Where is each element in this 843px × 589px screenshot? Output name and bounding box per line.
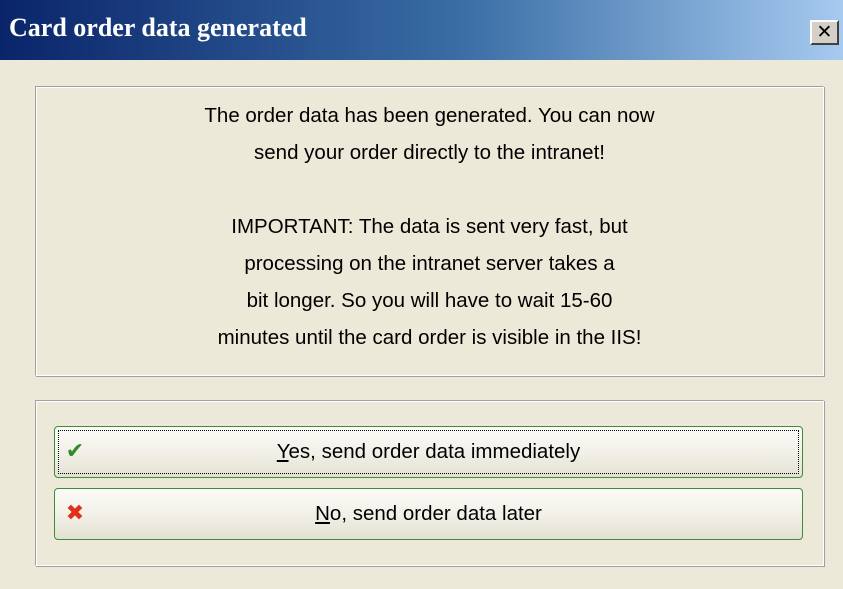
close-icon: ✕ [816, 21, 833, 43]
title-bar[interactable]: Card order data generated ✕ [0, 0, 843, 60]
close-button[interactable]: ✕ [810, 20, 839, 45]
message-line: The order data has been generated. You c… [204, 104, 655, 127]
message-panel: The order data has been generated. You c… [35, 86, 824, 376]
message-line: minutes until the card order is visible … [217, 326, 642, 349]
window-title: Card order data generated [9, 13, 307, 42]
message-line: processing on the intranet server takes … [244, 252, 615, 275]
mnemonic-y: Y [276, 440, 289, 463]
button-panel: ✔ Yes, send order data immediately ✖ No,… [35, 400, 824, 566]
message-line: send your order directly to the intranet… [254, 141, 605, 164]
send-later-text: o, send order data later [329, 502, 542, 525]
send-immediately-button[interactable]: ✔ Yes, send order data immediately [54, 426, 803, 478]
send-later-label: No, send order data later [55, 502, 802, 526]
message-line: IMPORTANT: The data is sent very fast, b… [231, 215, 628, 238]
send-immediately-text: es, send order data immediately [288, 440, 581, 463]
checkmark-icon: ✔ [65, 439, 85, 464]
send-immediately-label: Yes, send order data immediately [55, 440, 802, 464]
send-later-button[interactable]: ✖ No, send order data later [54, 488, 803, 540]
dialog-window: Card order data generated ✕ The order da… [0, 0, 843, 589]
message-line: bit longer. So you will have to wait 15-… [246, 289, 613, 312]
mnemonic-n: N [315, 502, 330, 525]
